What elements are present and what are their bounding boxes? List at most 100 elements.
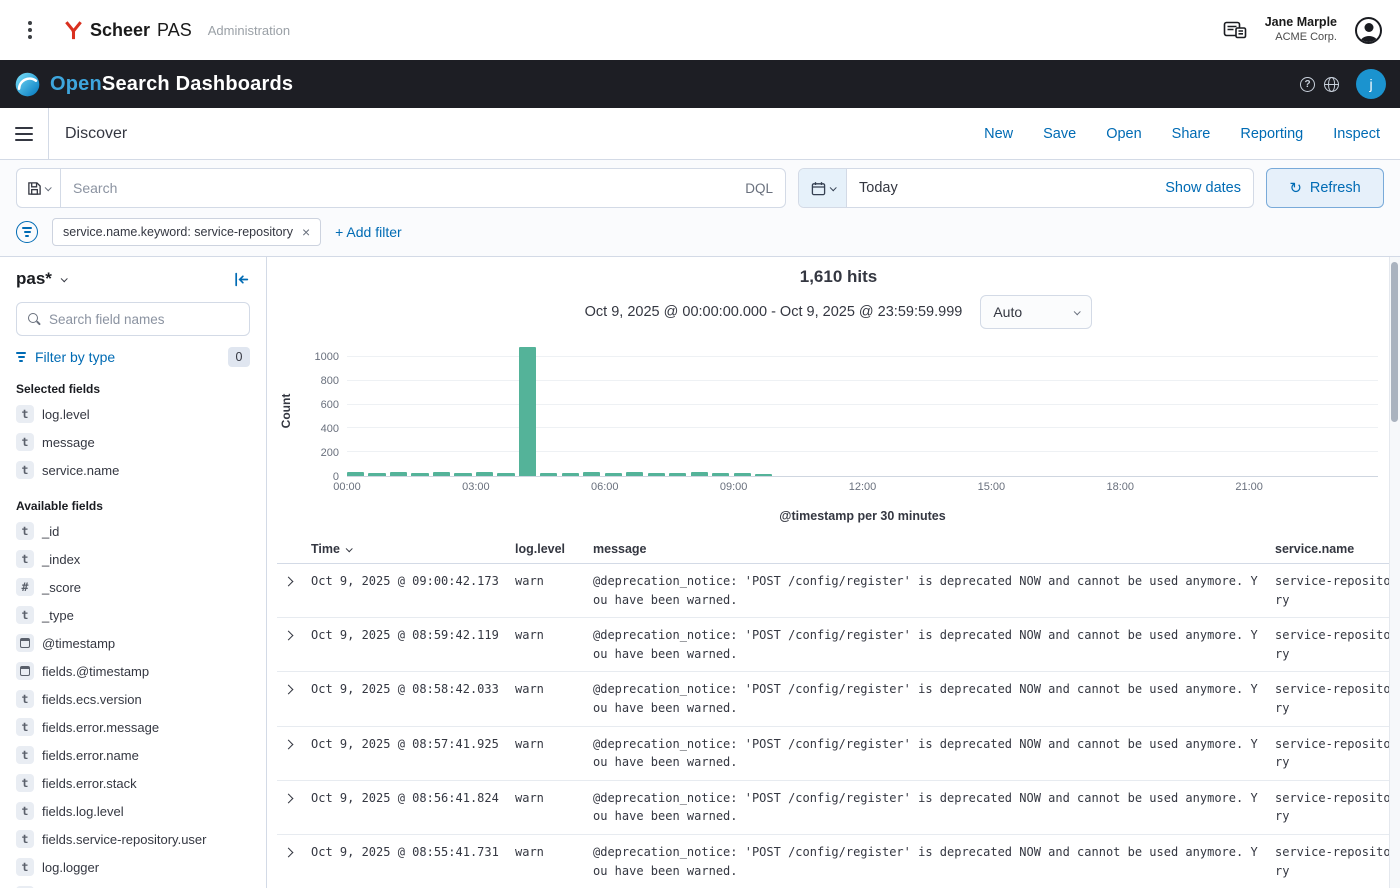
histogram-bar[interactable] <box>691 472 708 476</box>
field-item[interactable]: t_id <box>16 517 250 545</box>
nav-link-share[interactable]: Share <box>1172 126 1211 142</box>
field-type-text-icon: t <box>16 690 34 708</box>
field-search-input[interactable] <box>49 312 239 327</box>
calendar-glyph <box>20 666 30 676</box>
field-item[interactable]: tfields.service-repository.user <box>16 825 250 853</box>
service-name-cell: service-repository <box>1267 834 1400 888</box>
kebab-menu-icon[interactable] <box>18 15 42 45</box>
field-item[interactable]: t_type <box>16 601 250 629</box>
field-item[interactable]: @timestamp <box>16 629 250 657</box>
date-range-value[interactable]: Today <box>859 180 898 196</box>
refresh-button[interactable]: Refresh <box>1266 168 1384 208</box>
collapse-sidebar-icon[interactable] <box>233 271 250 288</box>
field-item[interactable]: fields.@timestamp <box>16 657 250 685</box>
histogram-bar[interactable] <box>368 473 385 476</box>
date-picker-calendar-button[interactable] <box>799 169 847 207</box>
interval-value: Auto <box>993 304 1022 320</box>
scrollbar-thumb[interactable] <box>1391 262 1398 422</box>
osd-user-avatar[interactable]: j <box>1356 69 1386 99</box>
hits-word: hits <box>847 267 877 286</box>
nav-link-save[interactable]: Save <box>1043 126 1076 142</box>
expand-row-icon[interactable] <box>284 577 294 587</box>
histogram-bar[interactable] <box>626 472 643 476</box>
index-pattern-select[interactable]: pas* <box>16 269 66 289</box>
histogram-bar[interactable] <box>347 472 364 476</box>
nav-link-new[interactable]: New <box>984 126 1013 142</box>
field-item[interactable]: tfields.error.name <box>16 741 250 769</box>
log-level-cell: warn <box>507 564 585 618</box>
log-level-cell: warn <box>507 618 585 672</box>
histogram-bar[interactable] <box>411 473 428 476</box>
sort-desc-icon <box>346 545 353 552</box>
column-header-time[interactable]: Time <box>303 537 507 564</box>
histogram-bar[interactable] <box>476 472 493 476</box>
time-cell: Oct 9, 2025 @ 08:58:42.033 <box>303 672 507 726</box>
expand-cell <box>277 726 303 780</box>
nav-link-reporting[interactable]: Reporting <box>1240 126 1303 142</box>
field-item[interactable]: tfields.ecs.version <box>16 685 250 713</box>
y-axis-title: Count <box>279 394 293 429</box>
expand-row-icon[interactable] <box>284 631 294 641</box>
filter-options-button[interactable] <box>16 221 38 243</box>
histogram-bar[interactable] <box>605 473 622 476</box>
histogram-bar[interactable] <box>497 473 514 476</box>
histogram-bar[interactable] <box>390 472 407 476</box>
selected-fields-list: tlog.leveltmessagetservice.name <box>16 400 250 484</box>
histogram-bar[interactable] <box>712 473 729 476</box>
field-item[interactable]: tlog.level <box>16 400 250 428</box>
nav-link-inspect[interactable]: Inspect <box>1333 126 1380 142</box>
expand-row-icon[interactable] <box>284 739 294 749</box>
field-item[interactable]: tfields.error.stack <box>16 769 250 797</box>
histogram-bar[interactable] <box>454 473 471 476</box>
filter-icon <box>16 352 26 362</box>
add-filter-link[interactable]: + Add filter <box>335 224 402 240</box>
histogram-bar[interactable] <box>583 472 600 476</box>
expand-row-icon[interactable] <box>284 793 294 803</box>
remove-filter-icon[interactable] <box>302 224 310 240</box>
table-row: Oct 9, 2025 @ 08:56:41.824warn@deprecati… <box>277 780 1400 834</box>
vertical-scrollbar[interactable] <box>1389 257 1400 888</box>
hamburger-menu-icon[interactable] <box>0 108 49 159</box>
y-axis-tick-label: 400 <box>299 423 339 435</box>
histogram-bar[interactable] <box>669 473 686 476</box>
filter-by-type-button[interactable]: Filter by type 0 <box>16 347 250 367</box>
field-name: _index <box>42 550 80 568</box>
field-item[interactable]: tlog.logger <box>16 853 250 881</box>
histogram-bar[interactable] <box>519 347 536 476</box>
field-item[interactable]: tservice.name <box>16 456 250 484</box>
sort-time-button[interactable]: Time <box>311 542 499 556</box>
query-language-button[interactable]: DQL <box>735 181 773 196</box>
field-item[interactable]: tfields.log.level <box>16 797 250 825</box>
help-icon[interactable] <box>1300 77 1315 92</box>
field-item[interactable]: tmessage <box>16 428 250 456</box>
globe-icon[interactable] <box>1324 77 1339 92</box>
column-header-message[interactable]: message <box>585 537 1267 564</box>
search-input[interactable] <box>73 180 735 196</box>
histogram-bar[interactable] <box>755 474 772 476</box>
expand-row-icon[interactable] <box>284 685 294 695</box>
histogram-bar[interactable] <box>648 473 665 476</box>
news-icon[interactable] <box>1223 20 1247 40</box>
histogram-bar[interactable] <box>540 473 557 476</box>
histogram-bar[interactable] <box>433 472 450 476</box>
column-header-log-level[interactable]: log.level <box>507 537 585 564</box>
field-item[interactable]: tfields.error.message <box>16 713 250 741</box>
show-dates-link[interactable]: Show dates <box>1165 180 1241 196</box>
histogram-bar[interactable] <box>734 473 751 476</box>
x-axis-tick-label: 18:00 <box>1106 481 1134 493</box>
column-header-service-name[interactable]: service.name <box>1267 537 1400 564</box>
saved-query-button[interactable] <box>16 168 60 208</box>
filter-pill[interactable]: service.name.keyword: service-repository <box>52 218 321 246</box>
interval-select[interactable]: Auto <box>980 295 1092 329</box>
field-item[interactable]: t_index <box>16 545 250 573</box>
nav-link-open[interactable]: Open <box>1106 126 1141 142</box>
expand-row-icon[interactable] <box>284 847 294 857</box>
histogram-plot-area[interactable] <box>347 345 1378 477</box>
user-avatar-icon[interactable] <box>1355 17 1382 44</box>
discover-main: 1,610 hits Oct 9, 2025 @ 00:00:00.000 - … <box>267 257 1400 888</box>
field-item[interactable]: #_score <box>16 573 250 601</box>
histogram-bar[interactable] <box>562 473 579 476</box>
app-header: Scheer PAS Administration Jane Marple AC… <box>0 0 1400 60</box>
field-item[interactable]: #log.origin.file.line <box>16 881 250 888</box>
page-title: Discover <box>65 125 127 143</box>
